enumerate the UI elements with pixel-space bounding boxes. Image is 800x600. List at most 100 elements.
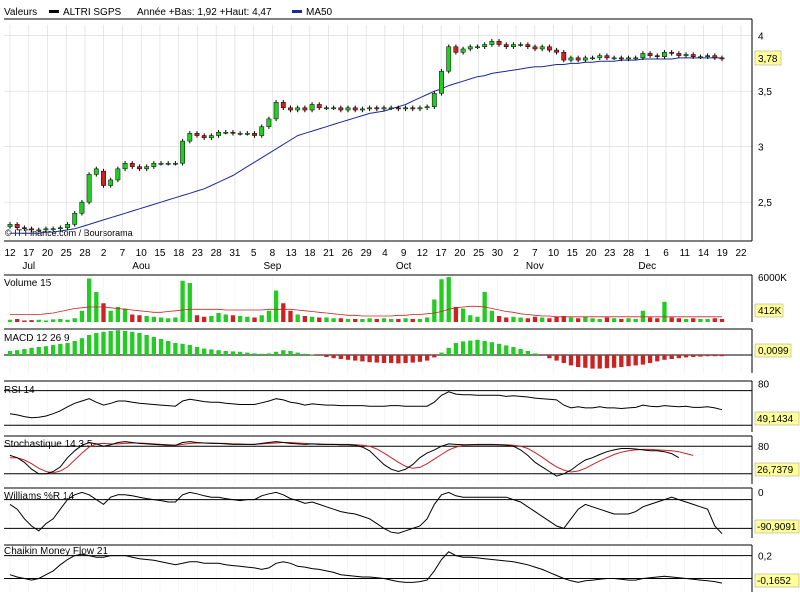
candle-body bbox=[611, 57, 617, 60]
month-label: Aou bbox=[132, 261, 150, 272]
x-tick-label: 28 bbox=[623, 248, 635, 259]
macd-bar bbox=[137, 333, 142, 355]
x-tick-label: 14 bbox=[698, 248, 710, 259]
macd-bar bbox=[540, 355, 545, 356]
x-tick-label: 9 bbox=[401, 248, 407, 259]
volume-bar bbox=[72, 318, 77, 322]
volume-bar bbox=[36, 319, 41, 322]
macd-panel-title: MACD 12 26 9 bbox=[4, 333, 70, 344]
stock-chart: Valeurs ALTRI SGPS Année +Bas: 1,92 +Hau… bbox=[0, 0, 800, 600]
macd-bar bbox=[611, 355, 617, 368]
macd-bar bbox=[511, 347, 516, 355]
candle-body bbox=[475, 46, 480, 48]
macd-bar bbox=[482, 341, 487, 355]
macd-bar bbox=[640, 355, 646, 365]
candle-body bbox=[381, 107, 387, 110]
volume-bar bbox=[504, 317, 509, 322]
macd-bar bbox=[331, 355, 336, 359]
volume-bar bbox=[29, 320, 34, 322]
x-tick-label: 1 bbox=[645, 248, 651, 259]
volume-bar bbox=[216, 313, 221, 322]
header-label: Valeurs bbox=[4, 7, 37, 18]
candle-body bbox=[582, 57, 588, 61]
candle-body bbox=[144, 166, 150, 170]
candle-body bbox=[618, 57, 624, 60]
volume-bar bbox=[705, 319, 710, 322]
macd-bar bbox=[58, 343, 63, 355]
x-tick-label: 25 bbox=[473, 248, 485, 259]
candle-body bbox=[705, 55, 711, 57]
volume-bar bbox=[424, 317, 430, 322]
candle-body bbox=[424, 106, 430, 109]
x-tick-label: 7 bbox=[532, 248, 538, 259]
candle-body bbox=[86, 174, 92, 203]
volume-bar bbox=[115, 307, 121, 322]
macd-bar bbox=[576, 355, 581, 367]
volume-bar bbox=[230, 315, 236, 322]
candle-body bbox=[439, 70, 444, 94]
candle-body bbox=[43, 228, 49, 231]
price-tick-label: 4 bbox=[758, 32, 764, 43]
candle-body bbox=[446, 46, 452, 72]
volume-bar bbox=[460, 308, 466, 322]
macd-bar bbox=[252, 353, 257, 355]
volume-bar bbox=[273, 290, 279, 322]
volume-bar bbox=[50, 319, 56, 322]
x-tick-label: 28 bbox=[79, 248, 91, 259]
volume-bar bbox=[302, 316, 308, 322]
x-tick-label: 30 bbox=[492, 248, 504, 259]
x-tick-label: 12 bbox=[417, 248, 429, 259]
chaikin-value: -0,1652 bbox=[757, 576, 791, 587]
volume-bar bbox=[194, 315, 200, 322]
candle-body bbox=[640, 53, 646, 59]
candle-body bbox=[288, 107, 293, 111]
volume-bar bbox=[158, 317, 164, 322]
candle-body bbox=[374, 107, 380, 110]
macd-bar bbox=[669, 355, 674, 359]
candle-body bbox=[194, 133, 200, 136]
x-tick-label: 4 bbox=[382, 248, 388, 259]
macd-bar bbox=[374, 355, 379, 363]
volume-bar bbox=[597, 319, 602, 322]
volume-bar bbox=[611, 318, 617, 322]
candle-body bbox=[50, 228, 56, 231]
x-tick-label: 8 bbox=[270, 248, 276, 259]
x-tick-label: 10 bbox=[136, 248, 148, 259]
x-tick-label: 23 bbox=[192, 248, 204, 259]
williams-value: -90,9091 bbox=[757, 522, 797, 533]
stoch-panel-title: Stochastique 14 3 5 bbox=[4, 439, 93, 450]
candle-body bbox=[403, 107, 408, 110]
macd-bar bbox=[345, 355, 351, 360]
candle-body bbox=[561, 52, 567, 61]
candle-body bbox=[698, 56, 703, 58]
candle-body bbox=[417, 107, 423, 110]
macd-bar bbox=[115, 330, 121, 355]
candle-body bbox=[230, 131, 236, 134]
macd-bar bbox=[691, 355, 696, 357]
macd-bar bbox=[173, 343, 178, 355]
candle-body bbox=[180, 140, 186, 164]
volume-bar bbox=[619, 319, 624, 322]
candle-body bbox=[662, 52, 667, 57]
candle-body bbox=[173, 163, 178, 165]
volume-bar bbox=[640, 310, 646, 322]
volume-bar bbox=[331, 318, 336, 322]
candle-body bbox=[273, 102, 279, 120]
candle-body bbox=[489, 40, 495, 45]
candle-body bbox=[122, 163, 128, 170]
candle-body bbox=[676, 53, 682, 56]
volume-bar bbox=[237, 316, 243, 322]
candle-body bbox=[93, 168, 99, 175]
candle-body bbox=[151, 163, 157, 167]
candle-body bbox=[338, 107, 344, 111]
candle-body bbox=[57, 227, 63, 230]
macd-bar bbox=[15, 350, 20, 355]
macd-bar bbox=[647, 355, 653, 363]
macd-bar bbox=[712, 355, 717, 357]
macd-bar bbox=[151, 337, 156, 355]
volume-bar bbox=[360, 319, 365, 322]
candle-body bbox=[568, 57, 574, 61]
candle-body bbox=[597, 55, 603, 59]
macd-bar bbox=[597, 355, 602, 369]
candle-body bbox=[259, 126, 265, 136]
